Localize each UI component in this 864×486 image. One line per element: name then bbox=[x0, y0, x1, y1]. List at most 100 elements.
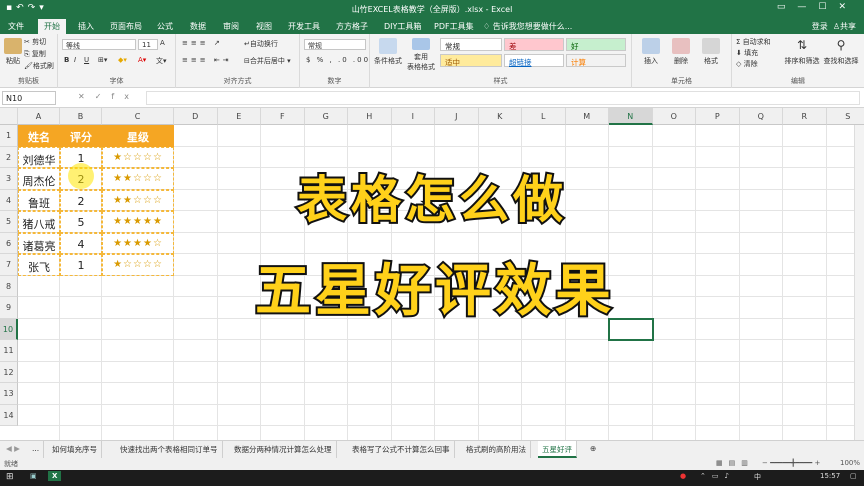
select-all-corner[interactable] bbox=[0, 108, 18, 125]
column-header[interactable]: S bbox=[826, 108, 864, 125]
paste-button[interactable]: 粘贴 bbox=[3, 38, 23, 66]
column-header[interactable]: K bbox=[478, 108, 522, 125]
format-cells-button[interactable]: 格式 bbox=[698, 38, 724, 66]
merge-center-button[interactable]: ⊟合并后居中 ▾ bbox=[244, 56, 291, 66]
number-format-select[interactable]: 常规 bbox=[304, 39, 366, 50]
italic-button[interactable]: I bbox=[74, 56, 76, 64]
column-header[interactable]: I bbox=[391, 108, 435, 125]
column-header[interactable]: L bbox=[522, 108, 566, 125]
column-header[interactable]: G bbox=[304, 108, 348, 125]
column-header[interactable]: B bbox=[60, 108, 102, 125]
tray-app-icon[interactable]: ● bbox=[680, 472, 686, 480]
grow-font-icon[interactable]: A bbox=[160, 39, 165, 47]
column-header[interactable]: E bbox=[217, 108, 261, 125]
row-header[interactable]: 12 bbox=[0, 361, 18, 383]
zoom-level[interactable]: 100% bbox=[840, 459, 860, 467]
cell-style-5[interactable]: 计算 bbox=[566, 54, 626, 67]
column-header[interactable]: D bbox=[174, 108, 218, 125]
tab-file[interactable]: 文件 bbox=[8, 21, 24, 32]
fx-icon[interactable]: fx bbox=[111, 92, 139, 101]
tab-data[interactable]: 数据 bbox=[190, 21, 206, 32]
zoom-slider[interactable]: − ━━━━━╋━━━━ + bbox=[762, 459, 820, 467]
close-icon[interactable]: ✕ bbox=[838, 2, 858, 12]
table-header-cell[interactable]: 星级 bbox=[102, 125, 174, 147]
tab-pdf[interactable]: PDF工具集 bbox=[434, 21, 474, 32]
sheet-tab[interactable]: 五星好评 bbox=[538, 441, 577, 458]
maximize-icon[interactable]: ☐ bbox=[818, 2, 838, 12]
cell-style-3[interactable]: 适中 bbox=[440, 54, 502, 67]
format-painter-button[interactable]: 🖌格式刷 bbox=[24, 61, 54, 71]
table-header-cell[interactable]: 姓名 bbox=[18, 125, 60, 147]
column-header[interactable]: R bbox=[783, 108, 827, 125]
fill-button[interactable]: ⬇ 填充 bbox=[736, 48, 758, 58]
column-header[interactable]: N bbox=[609, 108, 653, 125]
copy-button[interactable]: ⎘ 复制 bbox=[24, 49, 46, 59]
ime-indicator[interactable]: 中 bbox=[754, 472, 761, 482]
add-sheet-icon[interactable]: ⊕ bbox=[586, 441, 600, 458]
cell-style-4[interactable]: 超链接 bbox=[504, 54, 564, 67]
font-size-select[interactable]: 11 bbox=[138, 39, 158, 50]
column-header[interactable]: P bbox=[696, 108, 740, 125]
row-header[interactable]: 11 bbox=[0, 340, 18, 362]
enter-icon[interactable]: ✓ bbox=[95, 92, 112, 101]
row-header[interactable]: 14 bbox=[0, 404, 18, 426]
clear-button[interactable]: ◇ 清除 bbox=[736, 59, 758, 69]
tab-view[interactable]: 视图 bbox=[256, 21, 272, 32]
sheet-tab[interactable]: 快速找出两个表格相同订单号 bbox=[116, 441, 223, 458]
table-header-cell[interactable]: 评分 bbox=[60, 125, 102, 147]
font-name-select[interactable]: 等线 bbox=[62, 39, 136, 50]
column-header[interactable]: H bbox=[348, 108, 392, 125]
bold-button[interactable]: B bbox=[64, 56, 69, 64]
minimize-icon[interactable]: — bbox=[797, 2, 818, 12]
sheet-tab[interactable]: 格式刷的高阶用法 bbox=[462, 441, 531, 458]
column-header[interactable]: Q bbox=[739, 108, 783, 125]
conditional-format-button[interactable]: 条件格式 bbox=[372, 38, 404, 66]
login-link[interactable]: 登录 bbox=[812, 22, 828, 31]
sort-filter-button[interactable]: ⇅ 排序和筛选 bbox=[784, 38, 820, 66]
wrap-text-button[interactable]: ↵自动换行 bbox=[244, 39, 278, 49]
format-as-table-button[interactable]: 套用 表格格式 bbox=[406, 38, 436, 72]
sheet-nav-icons[interactable]: ◀ ▶ bbox=[2, 441, 24, 458]
autosum-button[interactable]: Σ 自动求和 bbox=[736, 37, 771, 47]
border-icon[interactable]: ⊞▾ bbox=[98, 56, 107, 64]
cell-style-2[interactable]: 好 bbox=[566, 38, 626, 51]
tell-me-box[interactable]: ♢ 告诉我您想要做什么... bbox=[483, 21, 572, 32]
phonetic-icon[interactable]: 文▾ bbox=[156, 56, 167, 66]
horizontal-align-icons[interactable]: ≡≡≡ ⇤⇥ bbox=[182, 56, 232, 64]
cancel-icon[interactable]: ✕ bbox=[78, 92, 95, 101]
vertical-align-icons[interactable]: ≡≡≡ ↗ bbox=[182, 39, 223, 47]
column-header[interactable]: A bbox=[18, 108, 60, 125]
tab-insert[interactable]: 插入 bbox=[78, 21, 94, 32]
name-box[interactable]: N10 bbox=[2, 91, 56, 105]
sheet-tab[interactable]: ... bbox=[28, 441, 45, 458]
tab-developer[interactable]: 开发工具 bbox=[288, 21, 320, 32]
column-header[interactable]: F bbox=[261, 108, 305, 125]
tab-formulas[interactable]: 公式 bbox=[157, 21, 173, 32]
column-header[interactable]: C bbox=[102, 108, 174, 125]
tab-page-layout[interactable]: 页面布局 bbox=[110, 21, 142, 32]
ribbon-display-icon[interactable]: ▭ bbox=[777, 2, 798, 12]
column-header[interactable]: O bbox=[652, 108, 696, 125]
underline-button[interactable]: U bbox=[84, 56, 89, 64]
worksheet-grid[interactable]: A B C D E F G H I J K L M N O P Q R S 1 2 3 4 5 6 7 8 9 10 11 12 13 14 姓名… bbox=[0, 108, 864, 440]
tray-icons[interactable]: ⌃▭♪ bbox=[700, 472, 735, 480]
cut-button[interactable]: ✂ 剪切 bbox=[24, 37, 46, 47]
sheet-tab[interactable]: 数据分两种情况计算怎么处理 bbox=[230, 441, 337, 458]
view-mode-icons[interactable]: ▦▤▥ bbox=[716, 459, 754, 467]
fill-color-icon[interactable]: ◆▾ bbox=[118, 56, 127, 64]
sheet-tab[interactable]: 如何填充序号 bbox=[48, 441, 102, 458]
sheet-tab[interactable]: 表格写了公式不计算怎么回事 bbox=[348, 441, 455, 458]
windows-start-icon[interactable]: ⊞ bbox=[6, 472, 14, 482]
cell-style-0[interactable]: 常规 bbox=[440, 38, 502, 51]
column-header[interactable]: J bbox=[435, 108, 479, 125]
delete-cells-button[interactable]: 删除 bbox=[668, 38, 694, 66]
column-header[interactable]: M bbox=[565, 108, 609, 125]
tab-review[interactable]: 审阅 bbox=[223, 21, 239, 32]
tab-home[interactable]: 开始 bbox=[38, 19, 66, 34]
row-header[interactable]: 1 bbox=[0, 125, 18, 147]
vertical-scrollbar[interactable] bbox=[854, 125, 864, 440]
notification-icon[interactable]: ▢ bbox=[850, 472, 857, 480]
row-header[interactable]: 13 bbox=[0, 383, 18, 405]
cell-style-1[interactable]: 差 bbox=[504, 38, 564, 51]
share-button[interactable]: 共享 bbox=[840, 22, 856, 31]
